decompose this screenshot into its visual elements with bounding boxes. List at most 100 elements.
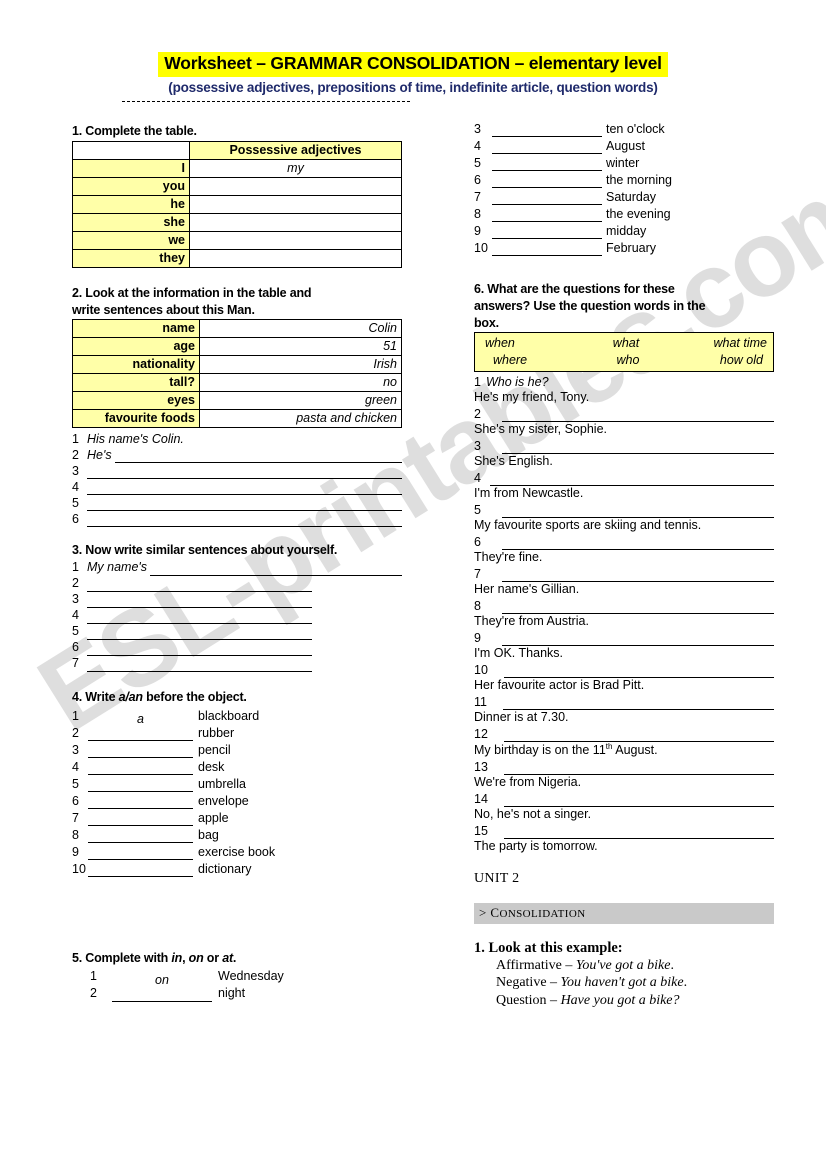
list-item[interactable]: 3 pencil [72,741,402,758]
question-line[interactable]: 11 [474,694,774,710]
write-rule[interactable] [87,514,402,528]
answer-line[interactable]: 4 [72,479,402,496]
write-rule[interactable] [492,226,602,239]
write-rule[interactable] [503,729,774,742]
write-rule[interactable] [87,659,312,672]
list-item[interactable]: 9 midday [474,222,774,239]
write-rule[interactable] [503,762,774,775]
answer-line[interactable]: 4 [72,608,402,624]
list-item[interactable]: 6 the morning [474,171,774,188]
list-item[interactable]: 5 umbrella [72,775,402,792]
write-rule[interactable] [87,482,402,496]
write-rule[interactable] [503,665,774,678]
question-line[interactable]: 14 [474,791,774,807]
list-item[interactable]: 7 apple [72,809,402,826]
write-rule[interactable] [492,158,602,171]
list-item[interactable]: 1 a blackboard [72,707,402,727]
list-item[interactable]: 10 February [474,239,774,256]
question-line[interactable]: 15 [474,823,774,839]
write-rule[interactable] [502,537,774,550]
list-item[interactable]: 2 rubber [72,724,402,741]
list-item[interactable]: 1 on Wednesday [72,968,402,987]
answer-line[interactable]: 5 [72,624,402,640]
list-item[interactable]: 3 ten o'clock [474,120,774,137]
write-rule[interactable] [502,601,774,614]
write-rule[interactable] [112,988,212,1002]
answer-line[interactable]: 1 His name's Colin. [72,431,402,447]
write-rule[interactable] [503,826,774,839]
question-line[interactable]: 9 [474,630,774,646]
write-rule[interactable] [502,505,774,518]
write-rule[interactable] [88,846,193,860]
answer-line[interactable]: 3 [72,592,402,608]
question-line[interactable]: 3 [474,438,774,454]
example-label: Question – [496,993,561,1009]
answer-line[interactable]: 7 [72,656,402,672]
write-rule[interactable] [502,633,774,646]
list-item[interactable]: 4 desk [72,758,402,775]
answer-cell[interactable] [189,212,402,232]
question-line[interactable]: 7 [474,566,774,582]
write-rule[interactable] [88,829,193,843]
answer-line[interactable]: 6 [72,640,402,656]
write-rule[interactable] [492,141,602,154]
write-rule[interactable] [492,192,602,205]
question-line[interactable]: 12 [474,726,774,742]
question-line[interactable]: 13 [474,759,774,775]
write-rule[interactable] [87,466,402,480]
write-rule[interactable] [88,744,193,758]
answer-line[interactable]: 2 [72,576,402,592]
question-line[interactable]: 4 [474,470,774,486]
list-item[interactable]: 8 the evening [474,205,774,222]
write-rule[interactable] [503,794,774,807]
write-rule[interactable] [88,812,193,826]
answer-line[interactable]: 2 He's [72,447,402,464]
write-rule[interactable] [150,563,402,576]
question-line[interactable]: 1 Who is he? [474,374,774,390]
list-item[interactable]: 5 winter [474,154,774,171]
list-item[interactable]: 10 dictionary [72,860,402,877]
write-rule[interactable] [87,643,312,656]
answer-cell[interactable]: my [189,158,402,178]
question-line[interactable]: 8 [474,598,774,614]
question-line[interactable]: 6 [474,534,774,550]
answer-line[interactable]: 1 My name's [72,560,402,576]
write-rule[interactable] [87,498,402,512]
write-rule[interactable] [88,795,193,809]
answer-cell[interactable] [189,248,402,268]
write-rule[interactable] [490,473,774,486]
write-rule[interactable] [87,595,312,608]
write-rule[interactable] [87,579,312,592]
answer-line[interactable]: 5 [72,495,402,512]
write-rule[interactable] [88,863,193,877]
write-rule[interactable] [502,697,774,710]
answer-cell[interactable] [189,194,402,214]
list-item[interactable]: 4 August [474,137,774,154]
write-rule[interactable] [502,441,774,454]
write-rule[interactable] [492,243,602,256]
answer-cell[interactable] [189,176,402,196]
write-rule[interactable] [492,175,602,188]
line-number: 1 [72,560,79,575]
write-rule[interactable] [502,409,774,422]
write-rule[interactable] [87,611,312,624]
write-rule[interactable] [87,627,312,640]
answer-cell[interactable] [189,230,402,250]
answer-line[interactable]: 6 [72,511,402,528]
write-rule[interactable] [88,727,193,741]
list-item[interactable]: 8 bag [72,826,402,843]
question-line[interactable]: 10 [474,662,774,678]
list-item[interactable]: 6 envelope [72,792,402,809]
list-item[interactable]: 9 exercise book [72,843,402,860]
question-line[interactable]: 2 [474,406,774,422]
list-item[interactable]: 2 night [72,985,402,1002]
write-rule[interactable] [492,209,602,222]
question-line[interactable]: 5 [474,502,774,518]
write-rule[interactable] [114,450,402,464]
write-rule[interactable] [492,124,602,137]
write-rule[interactable] [88,761,193,775]
answer-line[interactable]: 3 [72,463,402,480]
write-rule[interactable] [88,778,193,792]
write-rule[interactable] [502,569,774,582]
list-item[interactable]: 7 Saturday [474,188,774,205]
